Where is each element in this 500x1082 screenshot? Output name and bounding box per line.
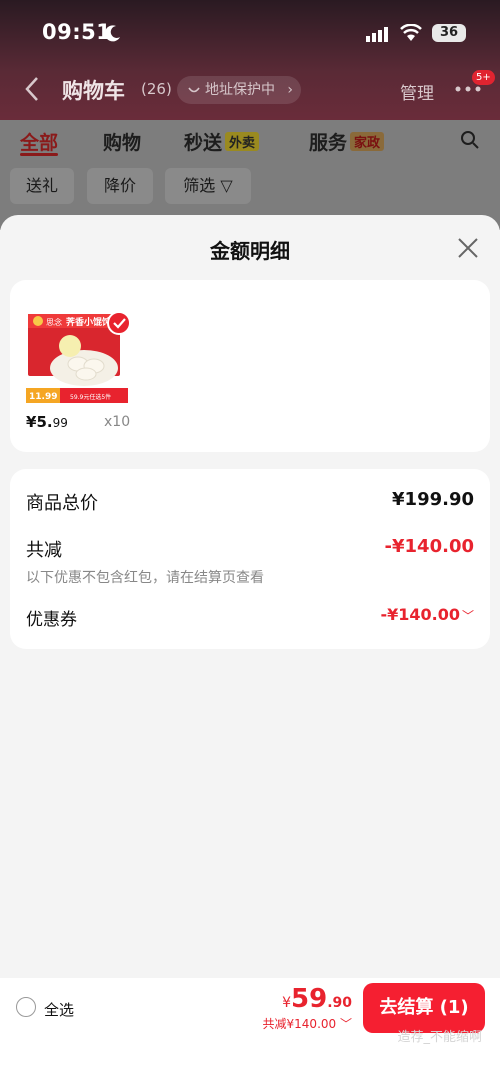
- product-price: ¥5.99: [26, 413, 68, 431]
- price-summary-card: 商品总价 ¥199.90 共减 -¥140.00 以下优惠不包含红包，请在结算页…: [10, 469, 490, 649]
- close-icon[interactable]: [456, 236, 480, 260]
- battery-indicator: 36: [432, 24, 466, 42]
- total-int: 59: [291, 984, 328, 1014]
- price-tag-text: 11.99: [29, 392, 57, 402]
- notification-badge: 5+: [472, 70, 495, 85]
- cart-tabs: 全部 购物 秒送 外卖 服务 家政 送礼 降价 筛选 ▽: [0, 120, 500, 230]
- total-price: ¥59.90: [282, 984, 352, 1014]
- tab-instant-delivery-label: 秒送: [184, 132, 223, 154]
- back-arrow-icon[interactable]: [22, 74, 42, 104]
- search-icon[interactable]: [460, 130, 480, 150]
- status-time: 09:51: [42, 20, 112, 44]
- cart-header: 09:51 36 购物车 (26) 地址保护中 › 管理 5+: [0, 0, 500, 120]
- tab-active-underline: [20, 153, 58, 156]
- product-image[interactable]: 思念 荠香小馄饨 11.99 59.9元任选5件: [26, 306, 134, 406]
- total-value: ¥199.90: [392, 489, 474, 510]
- total-saved-text: 共减¥140.00: [262, 1017, 337, 1031]
- discount-value: -¥140.00: [384, 536, 474, 557]
- filter-chip-price-drop[interactable]: 降价: [87, 168, 153, 204]
- total-saved[interactable]: 共减¥140.00 ﹀: [263, 1015, 352, 1032]
- filter-chip-gift[interactable]: 送礼: [10, 168, 74, 204]
- select-all-label[interactable]: 全选: [44, 999, 74, 1020]
- address-protection-pill[interactable]: 地址保护中 ›: [177, 76, 301, 104]
- product-quantity: x10: [104, 414, 131, 430]
- cellular-signal-icon: [366, 27, 388, 42]
- total-dec: .90: [327, 995, 352, 1011]
- more-dots-icon[interactable]: [455, 86, 481, 92]
- product-name-text: 荠香小馄饨: [66, 316, 111, 328]
- manage-button[interactable]: 管理: [400, 79, 434, 104]
- price-dec: 99: [52, 416, 68, 430]
- checkout-bar: 全选 ¥59.90 共减¥140.00 ﹀ 去结算 (1) 造荐_不能缩啊: [0, 978, 500, 1082]
- watermark: 造荐_不能缩啊: [397, 1030, 482, 1045]
- coupon-amount: -¥140.00: [380, 605, 460, 624]
- tab-badge-housekeeping: 家政: [350, 132, 385, 151]
- total-yen: ¥: [282, 995, 291, 1011]
- status-bar: 09:51 36: [0, 0, 500, 64]
- chevron-down-icon: ﹀: [461, 609, 474, 623]
- discount-note: 以下优惠不包含红包，请在结算页查看: [26, 570, 264, 586]
- filter-chip-filter[interactable]: 筛选 ▽: [165, 168, 251, 204]
- product-card: 思念 荠香小馄饨 11.99 59.9元任选5件 ¥5.99 x10: [10, 280, 490, 452]
- cart-page-background: 09:51 36 购物车 (26) 地址保护中 › 管理 5+ 全部 购物 秒送…: [0, 0, 500, 230]
- select-all-checkbox[interactable]: [16, 997, 36, 1017]
- tab-instant-delivery[interactable]: 秒送 外卖: [184, 128, 260, 155]
- tab-services-label: 服务: [309, 132, 348, 154]
- price-yen: ¥: [26, 413, 37, 431]
- total-label: 商品总价: [26, 493, 98, 514]
- promo-tag-text: 59.9元任选5件: [70, 393, 111, 401]
- amount-details-sheet: 金额明细 思念 荠香小馄饨 11.99 59.9元任选5件 ¥5.99 x10: [0, 215, 500, 1082]
- discount-label: 共减: [26, 540, 62, 561]
- smile-icon: [188, 87, 200, 93]
- tab-services[interactable]: 服务 家政: [309, 128, 385, 155]
- coupon-value[interactable]: -¥140.00 ﹀: [380, 605, 474, 624]
- cart-count: (26): [141, 80, 172, 98]
- chevron-down-icon: ﹀: [339, 1017, 352, 1031]
- price-int: 5.: [36, 413, 53, 431]
- tab-badge-takeout: 外卖: [225, 132, 260, 151]
- coupon-label: 优惠券: [26, 610, 77, 630]
- tab-shopping[interactable]: 购物: [103, 128, 141, 155]
- sheet-title: 金额明细: [210, 239, 290, 263]
- address-pill-label: 地址保护中: [205, 82, 275, 98]
- tab-all[interactable]: 全部: [20, 128, 58, 155]
- brand-text: 思念: [46, 317, 62, 327]
- wifi-icon: [400, 24, 422, 41]
- page-title: 购物车: [62, 79, 125, 103]
- chevron-right-icon: ›: [287, 82, 293, 98]
- moon-icon: [104, 25, 120, 42]
